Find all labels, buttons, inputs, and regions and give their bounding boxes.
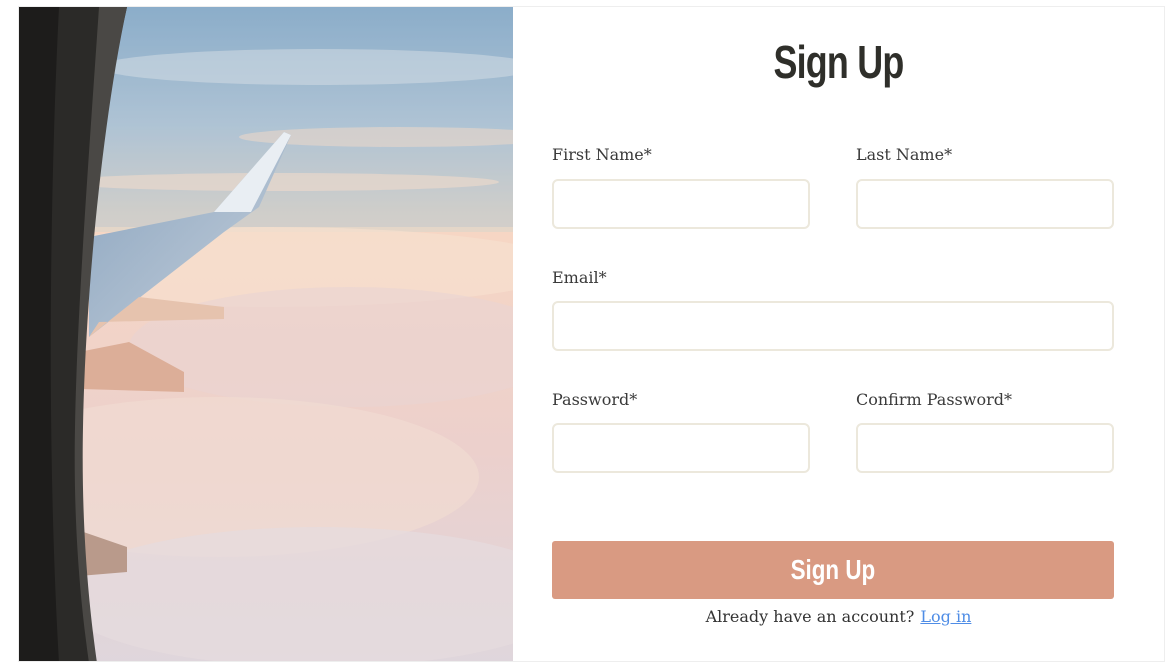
password-label: Password* — [552, 390, 638, 409]
last-name-input[interactable] — [856, 179, 1114, 229]
signup-card: Sign Up First Name* Last Name* Email* Pa… — [18, 6, 1165, 662]
page-title: Sign Up — [773, 36, 904, 88]
last-name-label: Last Name* — [856, 145, 953, 164]
password-input[interactable] — [552, 423, 810, 473]
login-link[interactable]: Log in — [920, 607, 971, 626]
signup-form: Sign Up First Name* Last Name* Email* Pa… — [513, 7, 1164, 661]
confirm-password-input[interactable] — [856, 423, 1114, 473]
sign-up-button[interactable]: Sign Up — [552, 541, 1114, 599]
confirm-password-label: Confirm Password* — [856, 390, 1012, 409]
first-name-input[interactable] — [552, 179, 810, 229]
sign-up-button-label: Sign Up — [790, 554, 876, 585]
login-prompt: Already have an account? Log in — [513, 607, 1164, 626]
email-input[interactable] — [552, 301, 1114, 351]
login-prompt-text: Already have an account? — [705, 607, 915, 626]
first-name-label: First Name* — [552, 145, 652, 164]
airplane-wing-illustration — [19, 7, 513, 661]
email-label: Email* — [552, 268, 607, 287]
airplane-window-photo — [19, 7, 513, 661]
